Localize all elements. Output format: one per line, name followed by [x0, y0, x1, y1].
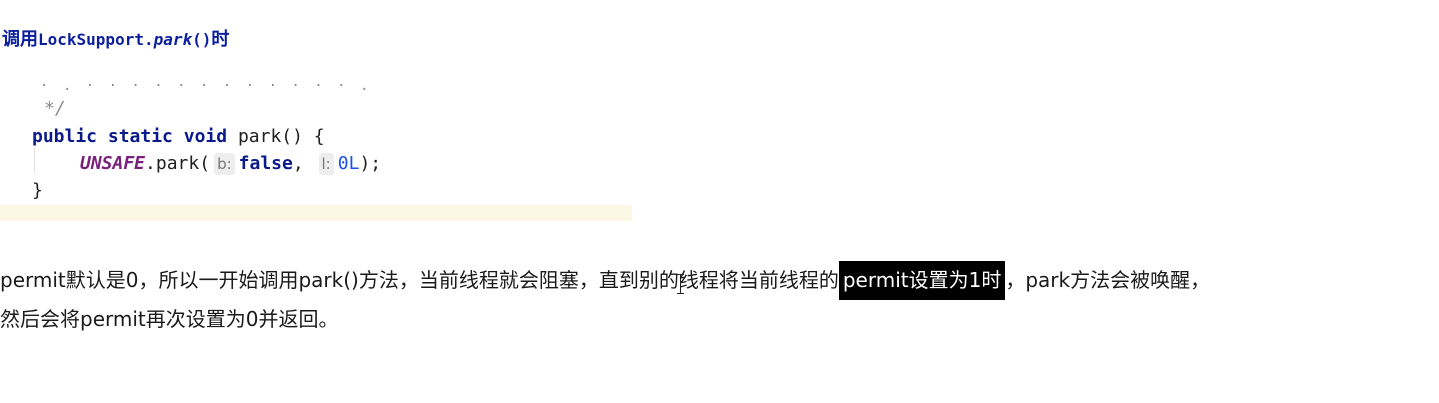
- number-literal: 0L: [337, 153, 360, 174]
- heading-class-name: LockSupport.: [38, 30, 154, 49]
- keyword-void: void: [183, 126, 228, 147]
- heading-method-name: park: [153, 30, 193, 49]
- signature-rest: park() {: [227, 126, 325, 147]
- selected-text-highlight[interactable]: permit设置为1时: [838, 261, 1006, 300]
- park-call: .park(: [145, 153, 211, 174]
- keyword-static: static: [107, 126, 173, 147]
- cut-off-comment-line: · , · · · · · · · · · · · · ,: [40, 84, 520, 90]
- section-heading: 调用LockSupport.park()时: [2, 27, 229, 53]
- code-close-brace: }: [32, 180, 43, 201]
- heading-parens: (): [192, 30, 212, 49]
- text-cursor-icon: [676, 274, 686, 294]
- arg-comma: ,: [292, 153, 315, 174]
- keyword-public: public: [32, 126, 98, 147]
- code-screenshot: · , · · · · · · · · · · · · , */ public …: [0, 84, 632, 222]
- unsafe-field: UNSAFE: [80, 153, 146, 174]
- heading-suffix: 时: [211, 29, 230, 50]
- current-line-highlight: [0, 205, 632, 221]
- keyword-false: false: [238, 153, 293, 174]
- paragraph-line-2: 然后会将permit再次设置为0并返回。: [0, 307, 339, 331]
- code-method-signature: public static void park() {: [32, 124, 325, 150]
- param-hint-l: l:: [318, 153, 334, 175]
- code-method-body: UNSAFE.park(b: false, l: 0L);: [80, 151, 381, 177]
- paragraph-text-after: ，park方法会被唤醒，: [1005, 268, 1211, 292]
- call-end: );: [359, 153, 382, 174]
- paragraph-text-before: permit默认是0，所以一开始调用park()方法，当前线程就会阻塞，直到别的…: [0, 268, 839, 292]
- paragraph-line-1: permit默认是0，所以一开始调用park()方法，当前线程就会阻塞，直到别的…: [0, 261, 1211, 300]
- code-comment-end: */: [44, 98, 66, 119]
- heading-prefix: 调用: [2, 29, 38, 50]
- indent-guide: [34, 148, 35, 174]
- param-hint-b: b:: [214, 153, 235, 175]
